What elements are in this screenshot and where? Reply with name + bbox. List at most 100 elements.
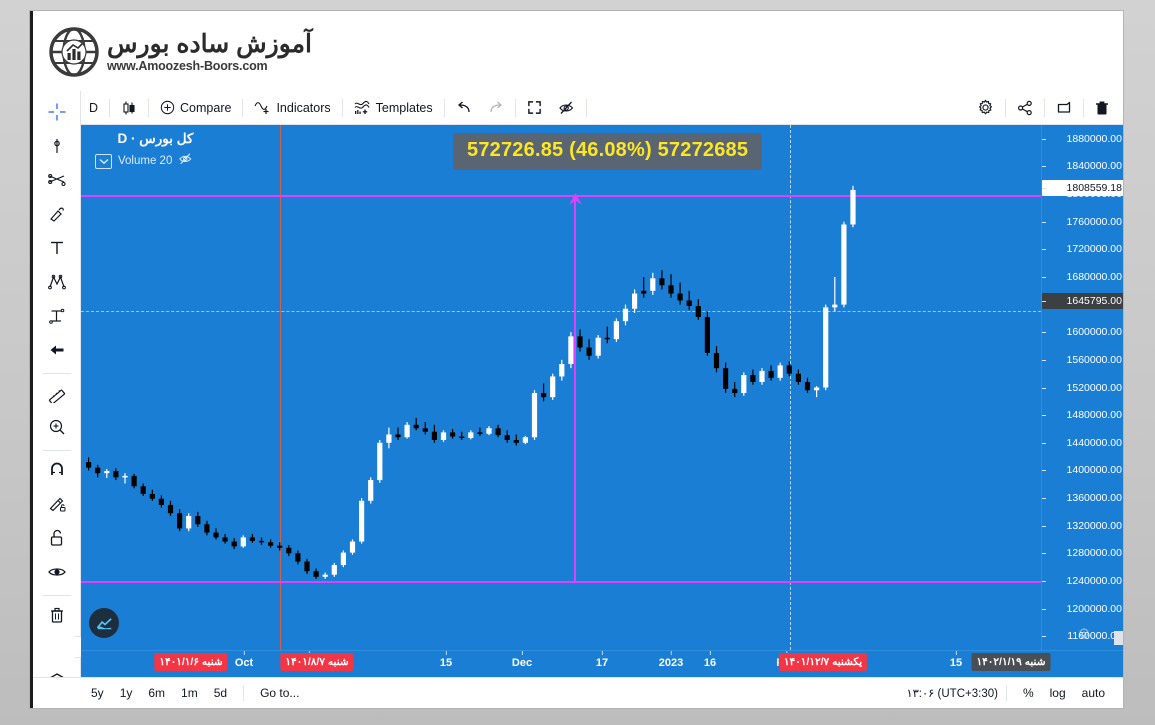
tradingview-chart-icon[interactable]: [89, 608, 119, 638]
settings-button[interactable]: [969, 95, 1002, 121]
plus-circle-icon: [160, 100, 175, 115]
crosshair-cursor-icon: [47, 102, 67, 127]
lock-drawings[interactable]: [40, 523, 74, 557]
hide-drawings-button[interactable]: [550, 95, 583, 121]
trend-line-tool[interactable]: [40, 131, 74, 165]
remove-drawings[interactable]: [40, 600, 74, 634]
time-badge[interactable]: شنبه ۱۴۰۱/۱/۶: [154, 653, 228, 671]
eye-icon: [47, 562, 67, 587]
chart-type-button[interactable]: [113, 95, 145, 121]
range-6m[interactable]: 6m: [141, 683, 172, 703]
quote-value: 572726.85 (46.08%) 57272685: [467, 139, 749, 161]
range-1y[interactable]: 1y: [113, 683, 140, 703]
status-divider: [243, 685, 245, 701]
fib-tools[interactable]: [40, 165, 74, 199]
fib-retracement-icon: [47, 170, 67, 195]
price-tick: 1160000.00: [1042, 630, 1123, 642]
time-tick: 15: [949, 651, 963, 669]
price-label-highlight: 1808559.18: [1042, 180, 1123, 197]
time-tick: 16: [703, 651, 717, 669]
padlock-open-icon: [47, 528, 67, 553]
magnet-mode[interactable]: [40, 455, 74, 489]
ruler-icon: [47, 383, 67, 408]
compare-button[interactable]: Compare: [152, 95, 239, 121]
toolbar-divider: [443, 98, 445, 117]
scale-auto-button[interactable]: auto: [1075, 683, 1112, 703]
rail-divider: [42, 595, 71, 596]
legend-volume-row: Volume 20: [95, 152, 193, 170]
toolbar-left-group: D Compare Indicators Templates: [33, 91, 590, 124]
range-1m[interactable]: 1m: [174, 683, 205, 703]
time-badge[interactable]: شنبه ۱۴۰۱/۸/۷: [280, 653, 354, 671]
chart-plot[interactable]: کل بورس · D Volume 20 572726.85 (46.08%)…: [81, 125, 1041, 650]
brush-tool[interactable]: [40, 199, 74, 233]
time-tick: Oct: [234, 651, 254, 669]
rail-divider: [42, 450, 71, 451]
trash-icon: [47, 605, 67, 630]
price-axis[interactable]: 1880000.001840000.001800000.001760000.00…: [1041, 125, 1123, 650]
scale-percent-button[interactable]: %: [1016, 683, 1041, 703]
indicators-label: Indicators: [276, 100, 331, 115]
toolbar-divider: [109, 98, 111, 117]
goto-button[interactable]: Go to...: [253, 683, 306, 703]
legend-symbol-title[interactable]: کل بورس · D: [95, 131, 193, 147]
hide-drawings[interactable]: [40, 557, 74, 591]
toolbar-divider: [148, 98, 150, 117]
scale-log-button[interactable]: log: [1043, 683, 1073, 703]
patterns-tool[interactable]: [40, 267, 74, 301]
undo-button[interactable]: [448, 95, 480, 121]
time-badge[interactable]: یکشنبه ۱۴۰۱/۱۲/۷: [778, 653, 868, 671]
candlestick-series: [86, 185, 856, 579]
pencil-lock-icon: [47, 494, 67, 519]
templates-label: Templates: [375, 100, 433, 115]
arrow-tool[interactable]: [40, 335, 74, 369]
fullscreen-button[interactable]: [519, 95, 550, 121]
share-nodes-icon: [1017, 100, 1033, 116]
price-tick: 1240000.00: [1042, 575, 1123, 587]
arrow-left-icon: [47, 340, 67, 365]
price-tick: 1200000.00: [1042, 603, 1123, 615]
drawing-mode[interactable]: [40, 489, 74, 523]
status-bar: 5y 1y 6m 1m 5d Go to... ۱۳:۰۶ (UTC+3:30)…: [33, 677, 1123, 708]
trend-line-icon: [47, 136, 67, 161]
templates-button[interactable]: Templates: [346, 95, 441, 121]
toolbar-right-group: [969, 91, 1123, 124]
eye-slash-icon[interactable]: [178, 152, 193, 170]
price-tick: 1280000.00: [1042, 547, 1123, 559]
price-tick: 1360000.00: [1042, 492, 1123, 504]
range-selector: 5y 1y 6m 1m 5d Go to...: [33, 683, 307, 703]
redo-button[interactable]: [480, 95, 512, 121]
remove-button[interactable]: [1087, 95, 1117, 121]
time-tick: 2023: [658, 651, 684, 669]
clock-label: ۱۳:۰۶ (UTC+3:30): [906, 688, 998, 700]
time-tick: Dec: [511, 651, 533, 669]
range-5d[interactable]: 5d: [207, 683, 234, 703]
zoom-tool[interactable]: [40, 412, 74, 446]
templates-icon: [354, 100, 371, 115]
text-tool[interactable]: [40, 233, 74, 267]
cross-cursor-tool[interactable]: [40, 97, 74, 131]
brand-title: آموزش ساده بورس: [107, 29, 313, 58]
trading-chart-window: آموزش ساده بورس www.Amoozesh-Boors.com D: [30, 11, 1123, 708]
interval-button[interactable]: D: [81, 95, 106, 121]
time-axis[interactable]: Oct1615Dec17202316Feb15شنبه ۱۴۰۱/۱/۶شنبه…: [81, 650, 1123, 678]
toolbar-divider: [1083, 98, 1084, 117]
scale-controls: ۱۳:۰۶ (UTC+3:30) % log auto: [906, 683, 1123, 703]
chevron-down-icon[interactable]: [95, 153, 112, 169]
indicators-button[interactable]: Indicators: [246, 95, 338, 121]
range-5y[interactable]: 5y: [84, 683, 111, 703]
measure-tool[interactable]: [40, 301, 74, 335]
brand-header: آموزش ساده بورس www.Amoozesh-Boors.com: [33, 11, 1123, 91]
window-scroll-thumb[interactable]: [1114, 631, 1123, 645]
status-divider: [1005, 685, 1007, 701]
chart-area: کل بورس · D Volume 20 572726.85 (46.08%)…: [81, 125, 1123, 708]
trash-icon: [1095, 100, 1109, 116]
share-button[interactable]: [1009, 95, 1041, 121]
price-tick: 1760000.00: [1042, 216, 1123, 228]
ruler-tool[interactable]: [40, 378, 74, 412]
price-tick: 1600000.00: [1042, 326, 1123, 338]
snapshot-button[interactable]: [1048, 95, 1080, 121]
crosshair-time-label[interactable]: شنبه ۱۴۰۲/۱/۱۹: [971, 653, 1051, 671]
toolbar-divider: [585, 98, 587, 117]
magnet-icon: [47, 460, 67, 485]
